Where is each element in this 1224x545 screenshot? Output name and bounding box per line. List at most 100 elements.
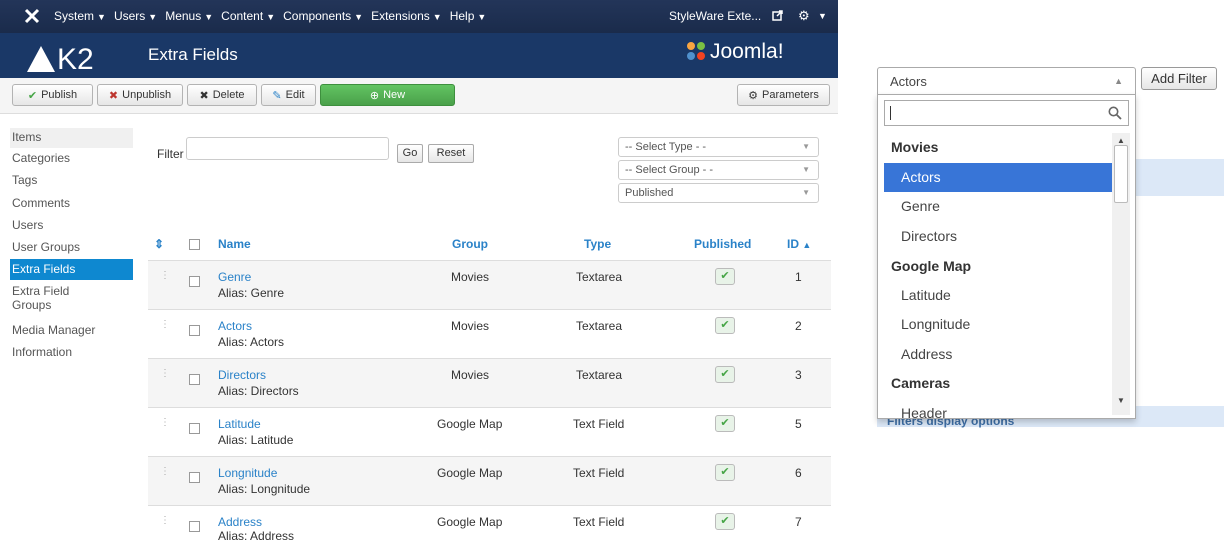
sort-asc-icon: ▲ [802, 240, 812, 250]
scroll-up-icon[interactable]: ▲ [1117, 136, 1125, 145]
sidebar-item-media-manager[interactable]: Media Manager [10, 323, 133, 337]
field-name-link[interactable]: Longnitude [218, 466, 277, 480]
drag-handle-icon[interactable]: ⋮ [160, 319, 170, 330]
add-filter-button[interactable]: Add Filter [1141, 67, 1217, 90]
published-toggle-icon[interactable]: ✔ [715, 366, 735, 383]
page-title: Extra Fields [148, 45, 238, 64]
row-checkbox[interactable] [189, 521, 200, 532]
chevron-down-icon[interactable]: ▼ [818, 11, 827, 21]
published-toggle-icon[interactable]: ✔ [715, 268, 735, 285]
dropdown-option[interactable]: Address [884, 340, 1112, 369]
sidebar-item-extra-field-groups[interactable]: Extra Field Groups [10, 284, 90, 312]
filter-field-select[interactable]: Actors ▲ [877, 67, 1136, 95]
select-group[interactable]: -- Select Group - - ▼ [618, 160, 819, 180]
delete-button[interactable]: ✖ Delete [187, 84, 257, 106]
field-type: Text Field [573, 417, 625, 431]
row-checkbox[interactable] [189, 276, 200, 287]
scroll-down-icon[interactable]: ▼ [1117, 396, 1125, 405]
scrollbar-thumb[interactable] [1114, 145, 1128, 203]
dropdown-option[interactable]: Longnitude [884, 310, 1112, 339]
menu-users[interactable]: Users ▼ [114, 9, 157, 23]
row-checkbox[interactable] [189, 325, 200, 336]
field-id: 7 [795, 515, 802, 529]
sidebar-item-items[interactable]: Items [10, 128, 133, 148]
field-name-link[interactable]: Directors [218, 368, 266, 382]
field-name-link[interactable]: Actors [218, 319, 252, 333]
dropdown-scrollbar[interactable]: ▲ ▼ [1112, 133, 1130, 415]
gear-icon[interactable]: ⚙ [798, 8, 810, 24]
menu-content[interactable]: Content ▼ [221, 9, 275, 23]
menu-components[interactable]: Components ▼ [283, 9, 363, 23]
published-toggle-icon[interactable]: ✔ [715, 464, 735, 481]
text-cursor [890, 106, 891, 120]
drag-handle-icon[interactable]: ⋮ [160, 417, 170, 428]
published-toggle-icon[interactable]: ✔ [715, 317, 735, 334]
dropdown-option[interactable]: Latitude [884, 281, 1112, 310]
field-id: 3 [795, 368, 802, 382]
sidebar-item-tags[interactable]: Tags [10, 173, 133, 187]
menu-extensions[interactable]: Extensions ▼ [371, 9, 442, 23]
new-button[interactable]: ⊕ New [320, 84, 455, 106]
select-all-checkbox[interactable] [189, 239, 200, 250]
dropdown-option-selected[interactable]: Actors [884, 163, 1112, 192]
ordering-icon[interactable]: ⇕ [154, 237, 164, 251]
dropdown-option[interactable]: Directors [884, 222, 1112, 251]
go-button[interactable]: Go [397, 144, 423, 163]
k2-logo: K2 [27, 43, 94, 74]
joomla-menu-icon[interactable] [24, 8, 40, 24]
publish-button[interactable]: ✔ Publish [12, 84, 93, 106]
field-alias: Alias: Actors [218, 335, 285, 349]
field-alias: Alias: Longnitude [218, 482, 311, 496]
field-name-link[interactable]: Genre [218, 270, 251, 284]
search-icon [1108, 106, 1122, 120]
row-checkbox[interactable] [189, 374, 200, 385]
sidebar-item-extra-fields[interactable]: Extra Fields [10, 259, 133, 280]
field-type: Textarea [576, 270, 623, 284]
field-alias: Alias: Address [218, 529, 295, 543]
menu-menus[interactable]: Menus ▼ [165, 9, 213, 23]
drag-handle-icon[interactable]: ⋮ [160, 515, 170, 526]
field-id: 2 [795, 319, 802, 333]
menu-help[interactable]: Help ▼ [450, 9, 487, 23]
sidebar-item-information[interactable]: Information [10, 345, 133, 359]
published-toggle-icon[interactable]: ✔ [715, 415, 735, 432]
svg-text:K2: K2 [57, 43, 94, 74]
dropdown-option[interactable]: Genre [884, 192, 1112, 221]
sidebar-item-users[interactable]: Users [10, 218, 133, 232]
sidebar-item-user-groups[interactable]: User Groups [10, 240, 133, 254]
drag-handle-icon[interactable]: ⋮ [160, 270, 170, 281]
column-header-id[interactable]: ID ▲ [787, 237, 811, 251]
reset-button[interactable]: Reset [428, 144, 474, 163]
drag-handle-icon[interactable]: ⋮ [160, 368, 170, 379]
column-header-type[interactable]: Type [584, 237, 611, 251]
dropdown-option[interactable]: Header [884, 399, 1112, 418]
unpublish-button[interactable]: ✖ Unpublish [97, 84, 183, 106]
row-checkbox[interactable] [189, 472, 200, 483]
parameters-button[interactable]: ⚙ Parameters [737, 84, 830, 106]
select-published[interactable]: Published ▼ [618, 183, 819, 203]
field-name-link[interactable]: Address [218, 515, 262, 529]
filter-input[interactable] [186, 137, 389, 160]
site-link[interactable]: StyleWare Exte... [669, 9, 761, 23]
edit-button[interactable]: ✎ Edit [261, 84, 316, 106]
sidebar-item-comments[interactable]: Comments [10, 196, 133, 210]
dropdown-search-input[interactable] [884, 100, 1129, 126]
option-group-label: Cameras [891, 375, 951, 391]
drag-handle-icon[interactable]: ⋮ [160, 466, 170, 477]
top-navbar: System ▼ Users ▼ Menus ▼ Content ▼ Component… [0, 0, 838, 33]
menu-system[interactable]: System ▼ [54, 9, 106, 23]
plus-circle-icon: ⊕ [369, 89, 380, 102]
joomla-logo: Joomla! [685, 40, 784, 64]
published-toggle-icon[interactable]: ✔ [715, 513, 735, 530]
row-checkbox[interactable] [189, 423, 200, 434]
field-group: Google Map [437, 466, 503, 480]
sidebar-item-categories[interactable]: Categories [10, 151, 133, 165]
column-header-published[interactable]: Published [694, 237, 751, 251]
field-name-link[interactable]: Latitude [218, 417, 261, 431]
external-link-icon[interactable] [772, 10, 783, 21]
field-id: 1 [795, 270, 802, 284]
column-header-group[interactable]: Group [452, 237, 488, 251]
field-group: Google Map [437, 515, 503, 529]
column-header-name[interactable]: Name [218, 237, 251, 251]
select-type[interactable]: -- Select Type - - ▼ [618, 137, 819, 157]
